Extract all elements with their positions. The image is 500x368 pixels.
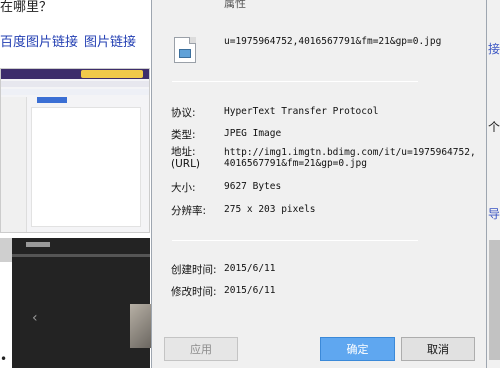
created-value: 2015/6/11	[224, 263, 276, 274]
image-link[interactable]: 图片链接	[84, 31, 136, 50]
cancel-button[interactable]: 取消	[401, 337, 475, 361]
right-edge-text-fragment: 个	[488, 120, 500, 134]
right-edge-panel	[489, 240, 500, 360]
properties-dialog: 属性 u=1975964752,4016567791&fm=21&gp=0.jp…	[151, 0, 487, 368]
address-value-line2: 4016567791&fm=21&gp=0.jpg	[224, 158, 367, 169]
address-label: 地址: (URL)	[171, 146, 200, 170]
size-value: 9627 Bytes	[224, 181, 282, 192]
divider	[172, 81, 418, 82]
thumbnail-toolbar	[1, 81, 149, 87]
ok-button[interactable]: 确定	[320, 337, 395, 361]
thumbnail-selected-item	[37, 97, 67, 103]
address-value-line1: http://img1.imgtn.bdimg.com/it/u=1975964…	[224, 147, 476, 158]
protocol-value: HyperText Transfer Protocol	[224, 106, 379, 117]
chevron-left-icon[interactable]: ‹	[32, 310, 38, 326]
thumbnail-sidebar	[1, 97, 27, 232]
thumbnail-header-bar	[1, 69, 149, 79]
resolution-label: 分辨率:	[171, 205, 207, 217]
side-scroll-block	[0, 238, 12, 262]
player-strip	[12, 254, 150, 257]
divider	[172, 240, 418, 241]
right-edge-link-fragment[interactable]: 导	[488, 205, 500, 222]
bullet-dot: •	[0, 352, 8, 366]
screenshot-thumbnail	[0, 68, 150, 233]
modified-value: 2015/6/11	[224, 285, 276, 296]
address-value: http://img1.imgtn.bdimg.com/it/u=1975964…	[224, 147, 476, 169]
type-value: JPEG Image	[224, 128, 282, 139]
right-edge-link-fragment[interactable]: 接	[488, 40, 500, 57]
thumbnail-banner	[81, 70, 143, 78]
modified-label: 修改时间:	[171, 286, 217, 298]
address-label-url: (URL)	[171, 158, 201, 170]
created-label: 创建时间:	[171, 264, 217, 276]
image-file-icon	[174, 37, 196, 63]
type-label: 类型:	[171, 129, 196, 141]
page-question-text: 在哪里？	[0, 0, 53, 15]
thumbnail-menu-row	[1, 89, 149, 95]
thumbnail-content-area	[31, 107, 141, 227]
baidu-image-link[interactable]: 百度图片链接	[0, 31, 78, 50]
resolution-value: 275 x 203 pixels	[224, 204, 316, 215]
player-logo	[26, 242, 50, 247]
dialog-title: 属性	[224, 0, 246, 10]
video-player-thumbnail: ‹	[12, 238, 162, 368]
file-icon-fold	[189, 37, 196, 44]
protocol-label: 协议:	[171, 107, 196, 119]
address-label-text: 地址:	[171, 146, 196, 158]
size-label: 大小:	[171, 182, 196, 194]
file-name: u=1975964752,4016567791&fm=21&gp=0.jpg	[224, 36, 442, 47]
file-icon-picture	[179, 49, 191, 58]
dialog-titlebar[interactable]: 属性	[152, 0, 486, 10]
apply-button[interactable]: 应用	[164, 337, 238, 361]
